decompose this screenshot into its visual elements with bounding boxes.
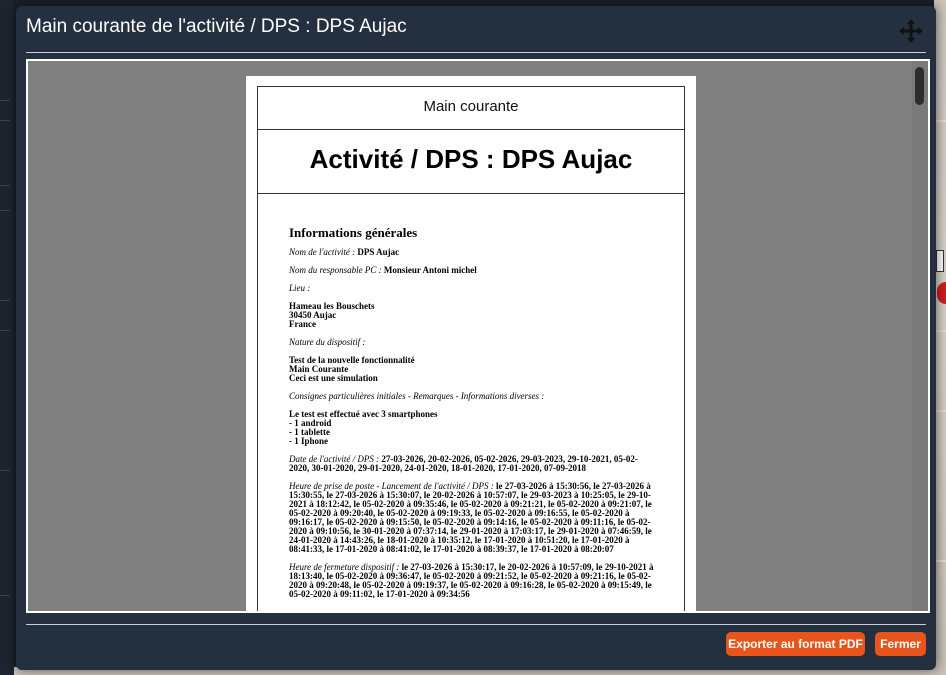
instructions-label: Consignes particulières initiales - Rema… [289, 391, 545, 401]
instructions-line: - 1 Iphone [289, 436, 329, 446]
document-content: Informations générales Nom de l'activité… [258, 194, 684, 599]
scrollbar-thumb[interactable] [915, 67, 924, 105]
nature-block: Test de la nouvelle fonctionnalité Main … [289, 356, 654, 383]
nature-line: Ceci est une simulation [289, 373, 378, 383]
activity-name-row: Nom de l'activité : DPS Aujac [289, 248, 654, 257]
viewer-scrollbar[interactable] [912, 61, 928, 611]
document-frame: Main courante Activité / DPS : DPS Aujac… [257, 86, 685, 611]
pdf-viewer[interactable]: Main courante Activité / DPS : DPS Aujac… [26, 59, 930, 613]
document-page: Main courante Activité / DPS : DPS Aujac… [246, 76, 696, 611]
responsible-row: Nom du responsable PC : Monsieur Antoni … [289, 266, 654, 275]
nature-label-row: Nature du dispositif : [289, 338, 654, 347]
document-header-small: Main courante [258, 87, 684, 130]
responsible-label: Nom du responsable PC : [289, 265, 382, 275]
start-row: Heure de prise de poste - Lancement de l… [289, 482, 654, 554]
place-line: France [289, 319, 316, 329]
footer-divider [26, 624, 926, 625]
place-block: Hameau les Bouschets 30450 Aujac France [289, 302, 654, 329]
map-control [936, 250, 944, 272]
close-button[interactable]: Fermer [875, 632, 926, 656]
activity-name-label: Nom de l'activité : [289, 247, 356, 257]
responsible-value: Monsieur Antoni michel [383, 265, 477, 275]
export-pdf-button[interactable]: Exporter au format PDF [726, 632, 865, 656]
header-divider [26, 52, 926, 53]
close-row: Heure de fermeture dispositif : le 27-03… [289, 563, 654, 599]
place-label-row: Lieu : [289, 284, 654, 293]
main-courante-modal: Main courante de l'activité / DPS : DPS … [16, 6, 936, 670]
instructions-block: Le test est effectué avec 3 smartphones … [289, 410, 654, 446]
nature-label: Nature du dispositif : [289, 337, 366, 347]
map-marker-icon [937, 282, 946, 304]
instructions-label-row: Consignes particulières initiales - Rema… [289, 392, 654, 401]
activity-name-value: DPS Aujac [357, 247, 400, 257]
date-row: Date de l'activité / DPS : 27-03-2026, 2… [289, 455, 654, 473]
section-title: Informations générales [289, 225, 418, 240]
place-label: Lieu : [289, 283, 311, 293]
start-value: le 27-03-2026 à 15:30:56, le 27-03-2026 … [289, 481, 652, 554]
background-sidebar [0, 0, 14, 675]
document-header-title: Activité / DPS : DPS Aujac [258, 130, 684, 194]
modal-title: Main courante de l'activité / DPS : DPS … [26, 16, 407, 37]
move-icon[interactable] [898, 18, 924, 44]
